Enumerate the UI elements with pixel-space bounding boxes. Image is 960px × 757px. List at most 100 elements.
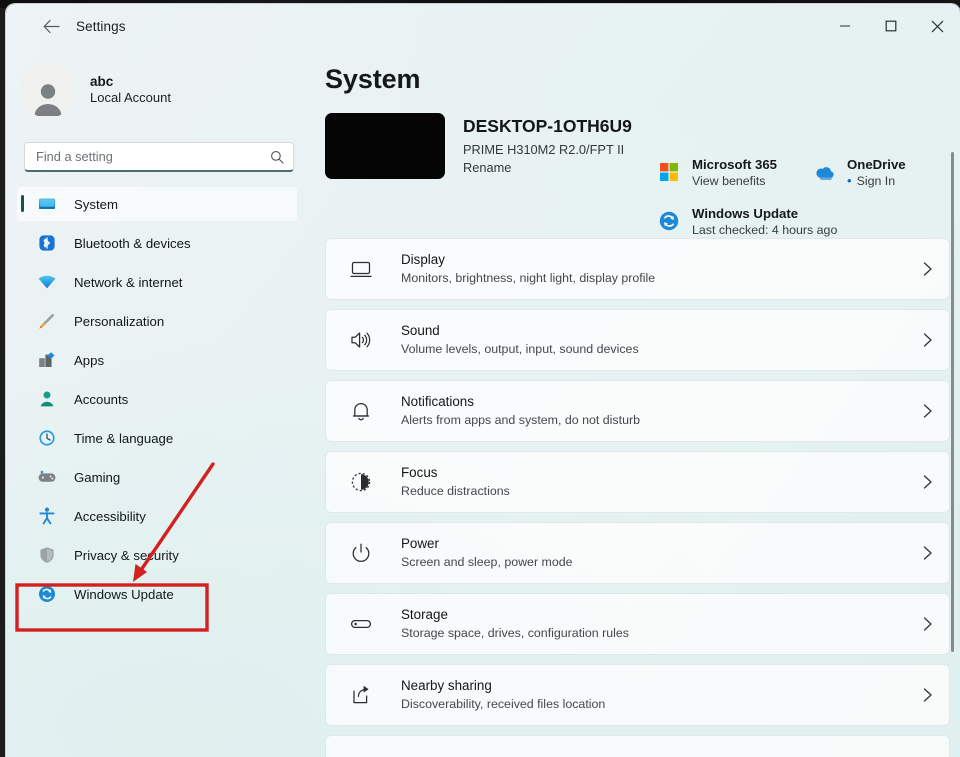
card-text: Sound Volume levels, output, input, soun…	[401, 322, 921, 357]
sidebar-item-time-language[interactable]: Time & language	[16, 420, 298, 456]
window-title: Settings	[76, 18, 126, 34]
sidebar-item-personalization[interactable]: Personalization	[16, 303, 298, 339]
update-sync-icon	[36, 583, 58, 605]
quick-link-sub[interactable]: Sign In	[847, 173, 906, 190]
settings-card-display[interactable]: Display Monitors, brightness, night ligh…	[325, 238, 950, 300]
settings-card-power[interactable]: Power Screen and sleep, power mode	[325, 522, 950, 584]
sidebar-item-gaming[interactable]: Gaming	[16, 459, 298, 495]
sidebar-item-accounts[interactable]: Accounts	[16, 381, 298, 417]
avatar	[20, 62, 76, 118]
sidebar-item-network-internet[interactable]: Network & internet	[16, 264, 298, 300]
sidebar-item-label: Accounts	[74, 391, 129, 407]
paintbrush-icon	[36, 310, 58, 332]
back-button[interactable]	[34, 11, 68, 41]
close-button[interactable]	[914, 4, 960, 48]
card-text: Power Screen and sleep, power mode	[401, 535, 921, 570]
chevron-right-icon	[921, 616, 934, 632]
maximize-button[interactable]	[868, 4, 914, 48]
chevron-right-icon	[921, 687, 934, 703]
card-subtitle: Reduce distractions	[401, 484, 510, 499]
share-icon	[348, 682, 374, 708]
scrollbar[interactable]	[948, 148, 957, 708]
settings-card-sound[interactable]: Sound Volume levels, output, input, soun…	[325, 309, 950, 371]
settings-card-nearby-sharing[interactable]: Nearby sharing Discoverability, received…	[325, 664, 950, 726]
clock-icon	[36, 427, 58, 449]
sidebar: abc Local Account Find a setting System …	[6, 48, 311, 757]
card-text: Display Monitors, brightness, night ligh…	[401, 251, 921, 286]
account-name: abc	[90, 74, 114, 90]
account-type: Local Account	[90, 90, 171, 106]
sidebar-nav-list: System Bluetooth & devices Network & int…	[6, 186, 311, 612]
maximize-icon	[885, 20, 897, 32]
apps-icon	[36, 349, 58, 371]
card-title: Display	[401, 252, 445, 268]
quick-link-title: Windows Update	[692, 206, 799, 222]
sidebar-item-system[interactable]: System	[16, 186, 298, 222]
sidebar-item-label: Privacy & security	[74, 547, 179, 563]
page-title: System	[325, 64, 421, 94]
device-name: DESKTOP-1OTH6U9	[463, 116, 632, 136]
shield-icon	[36, 544, 58, 566]
sidebar-item-label: Gaming	[74, 469, 121, 485]
person-avatar-icon	[34, 84, 62, 116]
quick-link-windows-update[interactable]: Windows Update Last checked: 4 hours ago	[656, 205, 837, 238]
onedrive-cloud-icon	[811, 159, 837, 185]
quick-links-bottom-row: Windows Update Last checked: 4 hours ago	[656, 205, 956, 238]
card-text: Nearby sharing Discoverability, received…	[401, 677, 921, 712]
card-text: Notifications Alerts from apps and syste…	[401, 393, 921, 428]
power-icon	[348, 540, 374, 566]
quick-link-microsoft-365[interactable]: Microsoft 365 View benefits	[656, 156, 811, 190]
quick-link-sub[interactable]: View benefits	[692, 173, 777, 189]
speaker-icon	[348, 327, 374, 353]
quick-link-title: OneDrive	[847, 157, 906, 172]
sidebar-item-apps[interactable]: Apps	[16, 342, 298, 378]
storage-drive-icon	[348, 611, 374, 637]
card-title: Notifications	[401, 394, 474, 410]
window-controls	[822, 4, 960, 48]
card-subtitle: Storage space, drives, configuration rul…	[401, 626, 629, 641]
card-title: Power	[401, 536, 439, 552]
sidebar-item-label: System	[74, 196, 118, 212]
close-icon	[931, 20, 943, 32]
bell-icon	[348, 398, 374, 424]
settings-window: Settings abc Local Account Find a settin…	[6, 4, 960, 757]
sidebar-item-bluetooth-devices[interactable]: Bluetooth & devices	[16, 225, 298, 261]
account-block[interactable]: abc Local Account	[20, 62, 311, 118]
sidebar-item-windows-update[interactable]: Windows Update	[16, 576, 298, 612]
settings-card-list: Display Monitors, brightness, night ligh…	[325, 238, 950, 757]
minimize-button[interactable]	[822, 4, 868, 48]
settings-card-notifications[interactable]: Notifications Alerts from apps and syste…	[325, 380, 950, 442]
sidebar-item-label: Time & language	[74, 430, 174, 446]
card-subtitle: Alerts from apps and system, do not dist…	[401, 413, 640, 428]
sidebar-item-privacy-security[interactable]: Privacy & security	[16, 537, 298, 573]
quick-link-text: OneDrive Sign In	[847, 156, 906, 190]
settings-card-partial[interactable]	[325, 735, 950, 757]
chevron-right-icon	[921, 332, 934, 348]
quick-links: Microsoft 365 View benefits OneDrive Sig…	[656, 156, 956, 238]
settings-card-storage[interactable]: Storage Storage space, drives, configura…	[325, 593, 950, 655]
rename-link[interactable]: Rename	[463, 159, 632, 176]
card-subtitle: Volume levels, output, input, sound devi…	[401, 342, 639, 357]
search-box[interactable]	[24, 142, 294, 172]
sidebar-item-label: Network & internet	[74, 274, 183, 290]
search-icon	[270, 150, 284, 164]
card-text: Storage Storage space, drives, configura…	[401, 606, 921, 641]
settings-card-focus[interactable]: Focus Reduce distractions	[325, 451, 950, 513]
chevron-right-icon	[921, 545, 934, 561]
card-text: Focus Reduce distractions	[401, 464, 921, 499]
quick-link-onedrive[interactable]: OneDrive Sign In	[811, 156, 906, 190]
chevron-right-icon	[921, 474, 934, 490]
main-content: System DESKTOP-1OTH6U9 PRIME H310M2 R2.0…	[311, 48, 960, 757]
sidebar-item-label: Accessibility	[74, 508, 146, 524]
sidebar-item-label: Personalization	[74, 313, 165, 329]
chevron-right-icon	[921, 261, 934, 277]
chevron-right-icon	[921, 403, 934, 419]
microsoft-logo-icon	[656, 159, 682, 185]
scrollbar-thumb[interactable]	[951, 152, 954, 652]
sidebar-item-accessibility[interactable]: Accessibility	[16, 498, 298, 534]
device-text: DESKTOP-1OTH6U9 PRIME H310M2 R2.0/FPT II…	[463, 113, 632, 176]
display-monitor-icon	[348, 256, 374, 282]
card-title: Focus	[401, 465, 438, 481]
search-input[interactable]	[25, 143, 293, 170]
focus-icon	[348, 469, 374, 495]
